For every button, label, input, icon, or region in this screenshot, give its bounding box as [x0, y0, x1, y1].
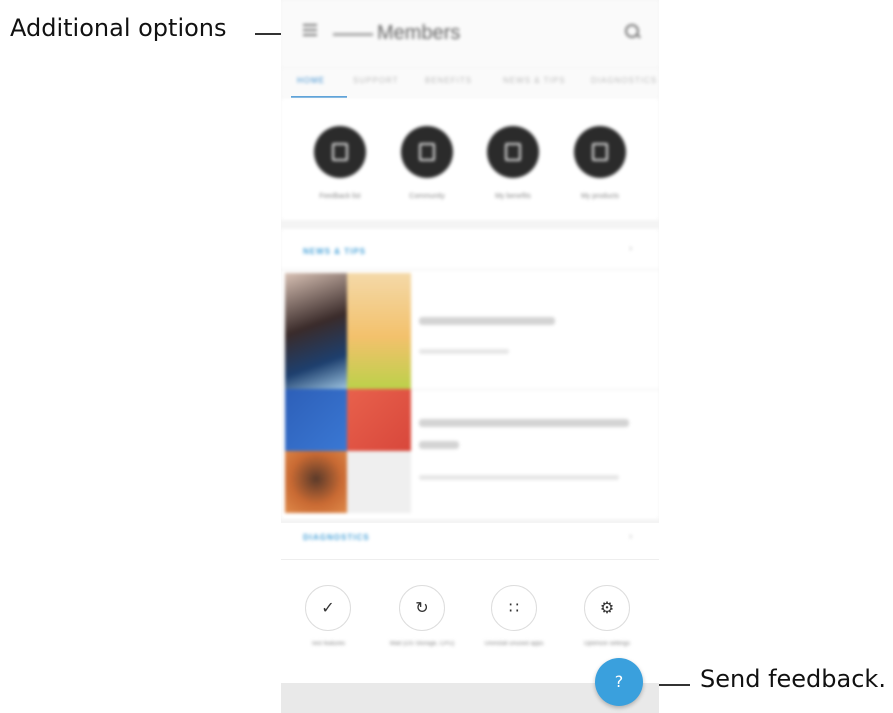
news-meta [419, 475, 619, 480]
tab-home[interactable]: HOME [297, 76, 325, 85]
diagnostics-more-chevron[interactable]: › [629, 531, 632, 542]
refresh-icon[interactable]: ↻ [399, 585, 445, 631]
news-thumbnail [285, 273, 347, 389]
quick-actions: Feedback list Community My benefits My p… [281, 98, 659, 220]
divider [411, 389, 659, 390]
section-title: NEWS & TIPS [303, 247, 367, 256]
check-icon[interactable]: ✓ [305, 585, 351, 631]
feedback-list-button[interactable] [314, 126, 366, 178]
diagnostic-label: Uninstall unused apps [484, 641, 544, 647]
search-icon[interactable] [625, 24, 639, 38]
news-tips-section: NEWS & TIPS › [281, 229, 659, 519]
news-headline [419, 419, 629, 427]
quick-action-label: My benefits [495, 193, 531, 200]
brand-mark [333, 33, 373, 36]
tab-news-tips[interactable]: NEWS & TIPS [503, 76, 565, 85]
divider [281, 269, 659, 270]
news-headline [419, 441, 459, 449]
send-feedback-button[interactable]: ? [595, 658, 643, 706]
diagnostic-label: Wait (OS Storage, CPU) [389, 641, 455, 647]
divider [281, 559, 659, 560]
devices-icon [592, 143, 608, 161]
apps-icon[interactable]: ∷ [491, 585, 537, 631]
tab-diagnostics[interactable]: DIAGNOSTICS [591, 76, 657, 85]
tab-bar: HOME SUPPORT BENEFITS NEWS & TIPS DIAGNO… [281, 68, 659, 98]
news-headline [419, 317, 555, 325]
quick-action-label: Feedback list [319, 193, 361, 200]
section-title: DIAGNOSTICS [303, 533, 370, 542]
phone-screen: Members HOME SUPPORT BENEFITS NEWS & TIP… [281, 0, 659, 713]
menu-icon[interactable] [303, 24, 317, 36]
quick-action-label: Community [409, 193, 445, 200]
news-thumbnail [347, 389, 411, 451]
benefits-button[interactable] [487, 126, 539, 178]
tab-benefits[interactable]: BENEFITS [425, 76, 472, 85]
news-thumbnail [347, 273, 411, 389]
products-button[interactable] [574, 126, 626, 178]
tab-support[interactable]: SUPPORT [353, 76, 399, 85]
app-title: Members [377, 22, 461, 44]
news-meta [419, 349, 509, 354]
diagnostic-label: Optimize settings [583, 641, 631, 647]
send-feedback-callout: Send feedback. [700, 665, 886, 693]
news-thumbnail [285, 451, 347, 513]
additional-options-callout: Additional options [10, 14, 227, 42]
app-bar: Members [281, 0, 659, 68]
quick-action-label: My products [580, 193, 620, 200]
news-thumbnail [347, 451, 411, 513]
diagnostic-label: Test features [310, 641, 346, 647]
document-icon [332, 143, 348, 161]
settings-icon[interactable]: ⚙ [584, 585, 630, 631]
diagnostics-section: DIAGNOSTICS › ✓ ↻ ∷ ⚙ Test features Wait… [281, 523, 659, 683]
people-icon [419, 143, 435, 161]
news-more-chevron[interactable]: › [629, 243, 632, 254]
community-button[interactable] [401, 126, 453, 178]
gift-icon [505, 143, 521, 161]
news-thumbnail [285, 389, 347, 451]
